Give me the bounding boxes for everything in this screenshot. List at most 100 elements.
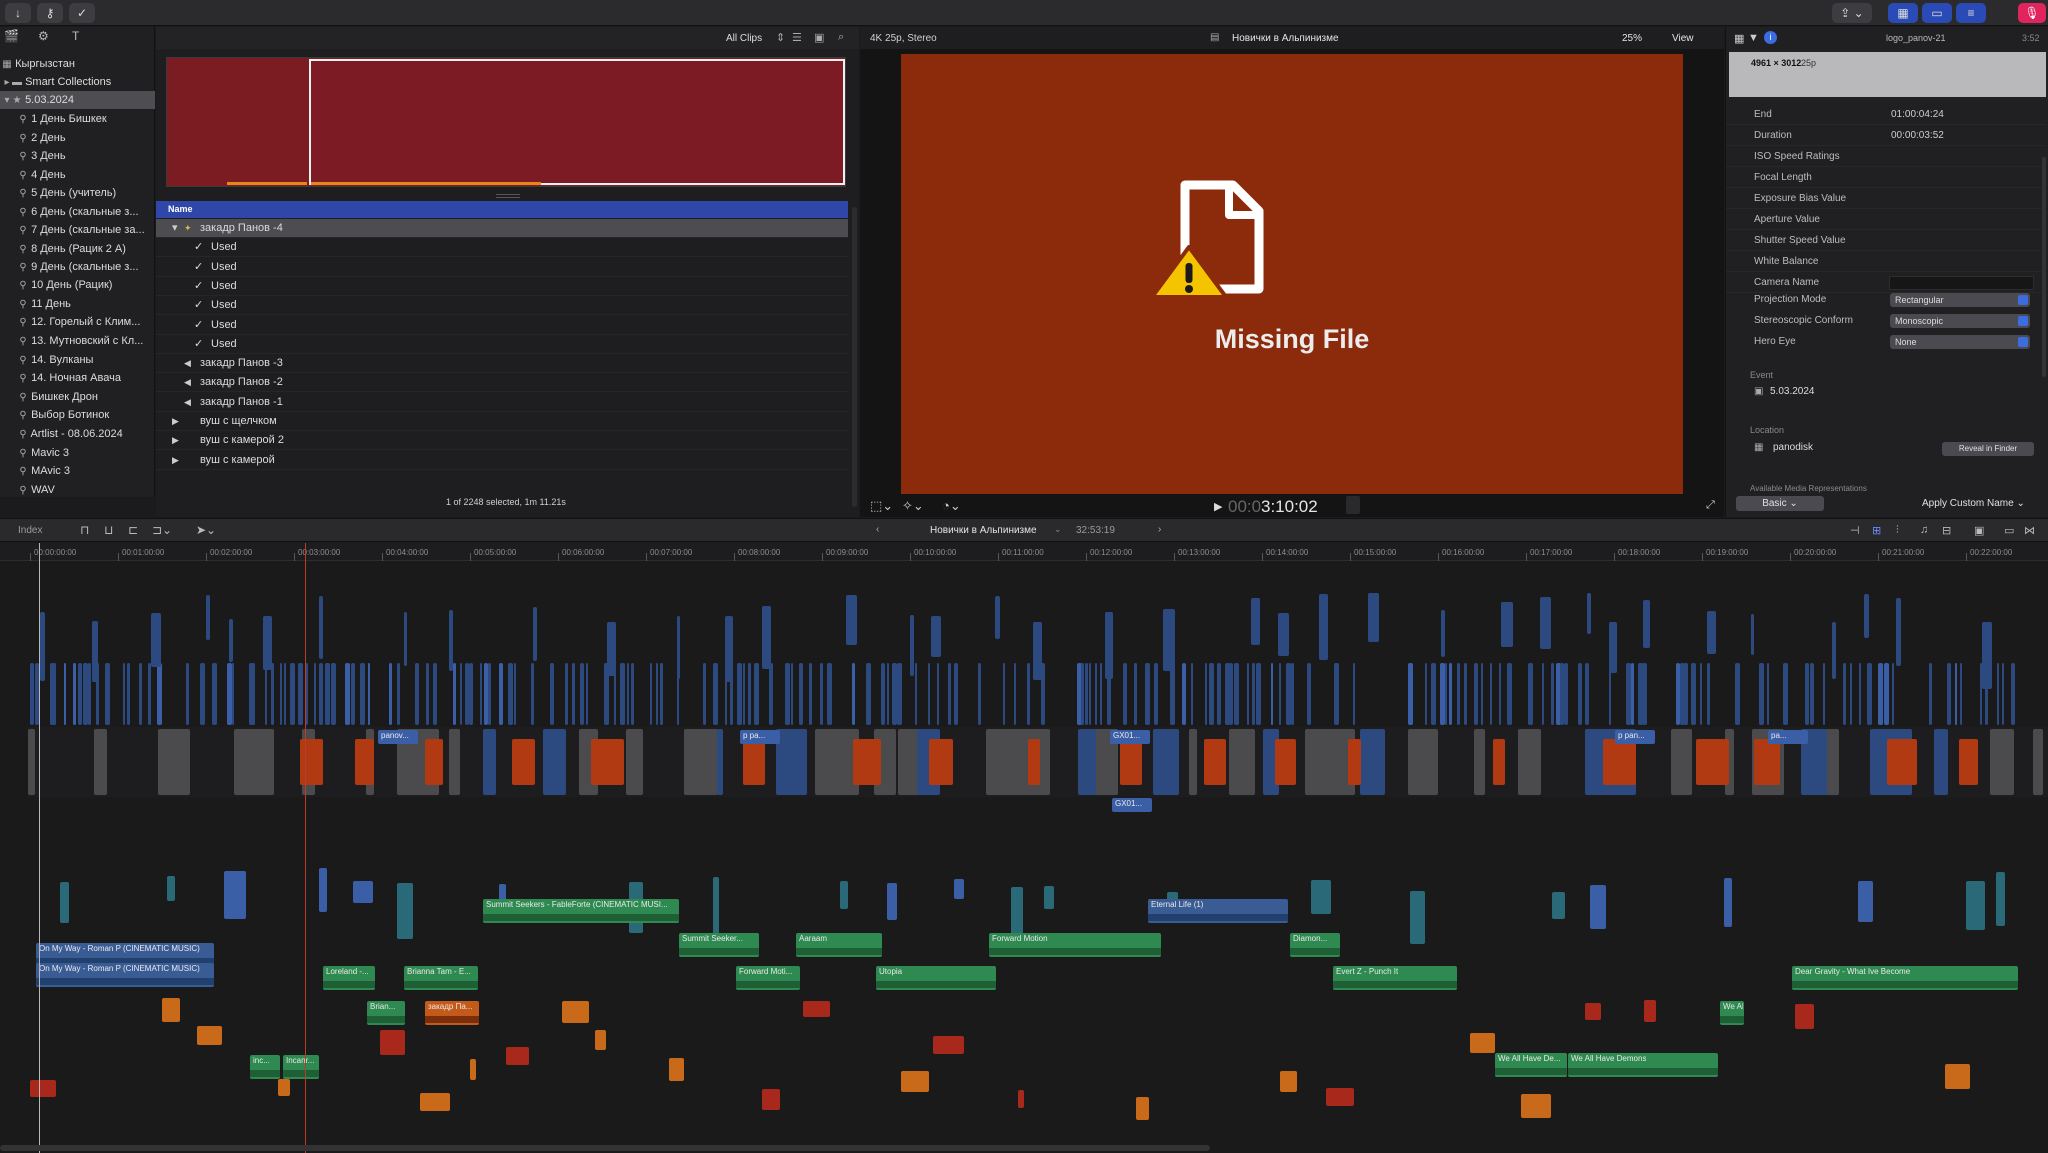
browser-scrollbar[interactable]	[852, 207, 857, 507]
video-clip[interactable]	[1810, 663, 1814, 725]
photo-clip[interactable]	[425, 739, 443, 785]
enhance-icon[interactable]: ✧⌄	[902, 498, 924, 514]
all-clips-filter[interactable]: All Clips	[726, 33, 762, 44]
sidebar-item[interactable]: ⚲ Mavic 3	[0, 444, 155, 462]
title-clip[interactable]: GX01...	[1110, 730, 1150, 744]
clip-skimming-icon[interactable]: ⊣	[1850, 524, 1860, 537]
inspector-scrollbar[interactable]	[2042, 157, 2046, 377]
video-clip[interactable]	[345, 663, 350, 725]
browser-row[interactable]: ✓ Used	[156, 335, 848, 354]
video-clip[interactable]	[1684, 663, 1688, 725]
browser-list-header[interactable]: Name	[156, 201, 848, 218]
info-icon[interactable]: i	[1764, 31, 1777, 44]
video-clip[interactable]	[1850, 663, 1852, 725]
video-clip[interactable]	[1700, 663, 1702, 725]
connected-clip[interactable]	[224, 871, 246, 919]
video-clip[interactable]	[607, 622, 616, 676]
title-clip[interactable]: p pa...	[740, 730, 780, 744]
storyline-clip[interactable]	[1518, 729, 1541, 795]
video-clip[interactable]	[1145, 663, 1150, 725]
video-clip[interactable]	[92, 621, 98, 682]
sidebar-item[interactable]: ▸ ▬ Smart Collections	[0, 73, 155, 91]
audio-clip[interactable]: Loreland -...	[323, 966, 375, 990]
connected-clip[interactable]	[60, 882, 69, 923]
video-clip[interactable]	[1089, 663, 1091, 725]
background-tasks-button[interactable]: ✓	[69, 3, 95, 23]
audio-clip[interactable]: Utopia	[876, 966, 996, 990]
audio-clip[interactable]: Forward Motion	[989, 933, 1161, 957]
browser-row[interactable]: ✓ Used	[156, 258, 848, 277]
sidebar-item[interactable]: ⚲ 13. Мутновский с Кл...	[0, 332, 155, 350]
video-clip[interactable]	[325, 663, 330, 725]
video-clip[interactable]	[1587, 593, 1591, 634]
video-clip[interactable]	[1884, 663, 1889, 725]
photo-clip[interactable]	[1348, 739, 1361, 785]
video-clip[interactable]	[1182, 663, 1186, 725]
audio-clip[interactable]	[506, 1047, 529, 1065]
browser-row[interactable]: ▾ ✦ закадр Панов -4	[156, 219, 848, 238]
connected-clip[interactable]	[167, 876, 175, 901]
video-clip[interactable]	[105, 663, 110, 725]
audio-clip[interactable]: Brian...	[367, 1001, 405, 1025]
video-clip[interactable]	[488, 663, 491, 725]
transform-icon[interactable]: ⬚⌄	[870, 498, 893, 514]
video-clip[interactable]	[1542, 663, 1544, 725]
photo-clip[interactable]	[512, 739, 535, 785]
filmstrip-selection[interactable]	[309, 59, 845, 185]
audio-clip[interactable]	[669, 1058, 684, 1081]
video-clip[interactable]	[499, 663, 503, 725]
video-clip[interactable]	[2002, 663, 2004, 725]
disclosure-icon[interactable]: ▶	[172, 431, 179, 450]
connected-clip[interactable]	[397, 883, 413, 939]
title-clip[interactable]: GX01...	[1112, 798, 1152, 812]
photo-clip[interactable]	[1696, 739, 1729, 785]
video-clip[interactable]	[1643, 600, 1650, 648]
audio-clip[interactable]: We All Have De...	[1495, 1053, 1567, 1077]
video-clip[interactable]	[1445, 663, 1447, 725]
video-clip[interactable]	[480, 663, 482, 725]
audio-clip[interactable]	[562, 1001, 589, 1023]
video-clip[interactable]	[1441, 610, 1445, 657]
video-clip[interactable]	[200, 663, 205, 725]
storyline-clip[interactable]	[483, 729, 496, 795]
video-clip[interactable]	[123, 663, 125, 725]
video-clip[interactable]	[1209, 663, 1214, 725]
video-clip[interactable]	[1217, 663, 1221, 725]
video-clip[interactable]	[1843, 663, 1846, 725]
photo-clip[interactable]	[591, 739, 624, 785]
append-clip-icon[interactable]: ⊏	[128, 523, 138, 537]
video-clip[interactable]	[271, 663, 274, 725]
sidebar-item[interactable]: ⚲ 5 День (учитель)	[0, 184, 155, 202]
audio-clip[interactable]	[380, 1030, 405, 1055]
audio-clip[interactable]	[1644, 1000, 1656, 1022]
video-clip[interactable]	[351, 663, 355, 725]
audio-clip[interactable]: inc...	[250, 1055, 280, 1079]
video-clip[interactable]	[1767, 663, 1769, 725]
video-clip[interactable]	[40, 612, 45, 681]
video-clip[interactable]	[1408, 663, 1413, 725]
video-clip[interactable]	[331, 663, 336, 725]
storyline-clip[interactable]	[1827, 729, 1839, 795]
audio-clip[interactable]	[1585, 1003, 1601, 1020]
video-clip[interactable]	[426, 663, 429, 725]
video-clip[interactable]	[1256, 663, 1261, 725]
video-clip[interactable]	[1691, 663, 1696, 725]
video-clip[interactable]	[1353, 663, 1355, 725]
storyline-clip[interactable]	[2033, 729, 2043, 795]
storyline-clip[interactable]	[158, 729, 190, 795]
audio-clip[interactable]	[1945, 1064, 1970, 1089]
storyline-clip[interactable]	[626, 729, 643, 795]
zoom-popup[interactable]: 25%	[1622, 33, 1642, 44]
video-clip[interactable]	[1449, 663, 1452, 725]
video-clip[interactable]	[881, 663, 885, 725]
video-clip[interactable]	[580, 663, 584, 725]
forward-arrow-icon[interactable]: ›	[1158, 524, 1161, 535]
video-clip[interactable]	[1892, 663, 1894, 725]
connect-clip-icon[interactable]: ⊓	[80, 523, 89, 537]
browser-row[interactable]: ◀ закадр Панов -2	[156, 373, 848, 393]
video-clip[interactable]	[1783, 663, 1788, 725]
audio-clip[interactable]	[1136, 1097, 1149, 1120]
skimmer-line[interactable]	[39, 543, 40, 1153]
video-clip[interactable]	[1551, 663, 1554, 725]
filter-icon[interactable]: ▼	[1748, 32, 1759, 44]
